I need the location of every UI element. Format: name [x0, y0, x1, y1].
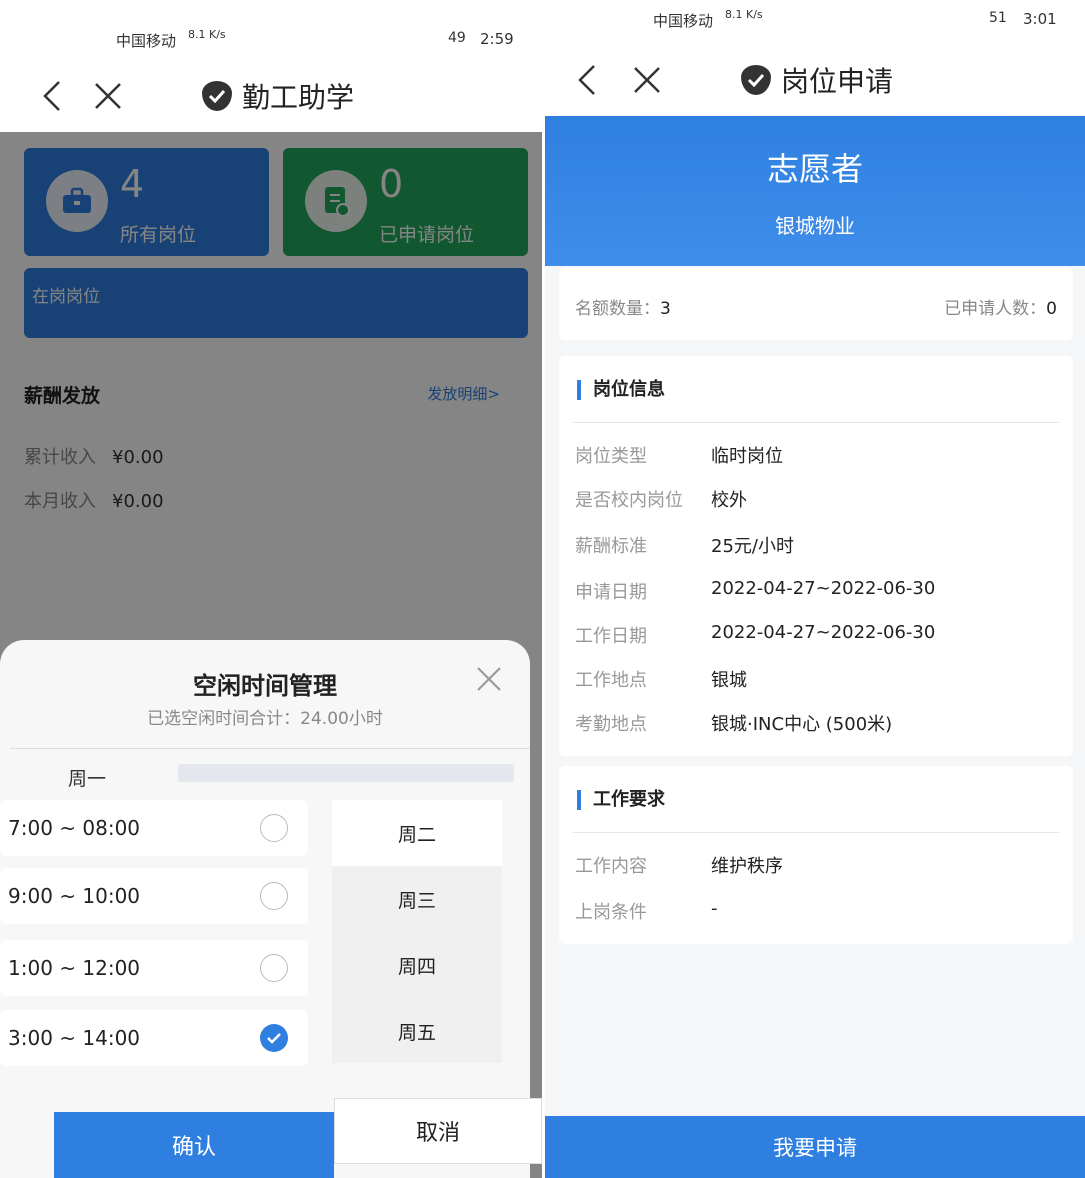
weekday-item-tue[interactable]: 周二 [332, 800, 502, 866]
time-slot[interactable]: 7:00 ~ 08:00 [0, 800, 308, 856]
radio-unchecked-icon[interactable] [260, 814, 288, 842]
close-button[interactable] [86, 74, 130, 118]
battery-level: 51 [989, 10, 1007, 26]
network-speed: 8.1 K/s [188, 28, 226, 41]
time-slot[interactable]: 9:00 ~ 10:00 [0, 868, 308, 924]
carrier-label: 中国移动 [116, 32, 177, 50]
weekday-item-thu[interactable]: 周四 [332, 932, 502, 998]
left-screen: 中国移动 8.1 K/s 49 2:59 勤工助学 4 所有岗位 0 已申请岗位 [0, 0, 542, 1178]
close-icon [634, 67, 660, 93]
job-header: 志愿者 银城物业 [545, 116, 1085, 266]
time-slot-label: 3:00 ~ 14:00 [8, 1026, 141, 1050]
cancel-button[interactable]: 取消 [334, 1098, 542, 1164]
clock: 3:01 [1023, 10, 1057, 28]
battery-level: 49 [448, 30, 466, 46]
divider [573, 832, 1059, 833]
page-title: 岗位申请 [741, 60, 893, 100]
close-icon [95, 83, 121, 109]
back-icon [43, 81, 60, 111]
section-title: 工作要求 [577, 790, 665, 810]
info-row: 工作地点 银城 [575, 670, 747, 691]
requirement-row: 工作内容 维护秩序 [575, 856, 783, 877]
quota-count: 名额数量：3 [575, 299, 671, 319]
job-org: 银城物业 [775, 214, 855, 238]
time-slot[interactable]: 3:00 ~ 14:00 [0, 1010, 308, 1066]
info-row: 申请日期 2022-04-27~2022-06-30 [575, 578, 936, 603]
quota-panel: 名额数量：3 已申请人数：0 [559, 268, 1073, 340]
divider [10, 748, 530, 749]
shield-check-icon [202, 81, 232, 111]
back-icon [578, 65, 595, 95]
requirement-row: 上岗条件 - [575, 898, 718, 923]
status-bar: 中国移动 8.1 K/s 51 3:01 [545, 0, 1085, 44]
sheet-title: 空闲时间管理 [193, 672, 337, 700]
info-row: 是否校内岗位 校外 [575, 490, 747, 511]
radio-unchecked-icon[interactable] [260, 882, 288, 910]
radio-checked-icon[interactable] [260, 1024, 288, 1052]
weekday-list: 周二 周三 周四 周五 [332, 800, 502, 1063]
page-title: 勤工助学 [202, 76, 354, 116]
work-requirement-section: 工作要求 工作内容 维护秩序 上岗条件 - [559, 766, 1073, 944]
shield-check-icon [741, 65, 771, 95]
job-name: 志愿者 [766, 150, 863, 188]
scroll-strip [178, 764, 514, 782]
time-slot-label: 1:00 ~ 12:00 [8, 956, 141, 980]
info-row: 工作日期 2022-04-27~2022-06-30 [575, 622, 936, 647]
confirm-button[interactable]: 确认 [54, 1112, 334, 1178]
network-speed: 8.1 K/s [725, 8, 763, 21]
weekday-item-wed[interactable]: 周三 [332, 866, 502, 932]
time-slot-label: 7:00 ~ 08:00 [8, 816, 141, 840]
carrier-label: 中国移动 [653, 12, 714, 30]
close-button[interactable] [625, 58, 669, 102]
nav-bar: 岗位申请 [545, 44, 1085, 116]
weekday-item-fri[interactable]: 周五 [332, 998, 502, 1064]
radio-unchecked-icon[interactable] [260, 954, 288, 982]
back-button[interactable] [30, 74, 74, 118]
clock: 2:59 [480, 30, 514, 48]
section-title: 岗位信息 [577, 380, 665, 400]
post-info-section: 岗位信息 岗位类型 临时岗位 是否校内岗位 校外 薪酬标准 25元/小时 申请日期 20… [559, 356, 1073, 756]
time-slot-label: 9:00 ~ 10:00 [8, 884, 141, 908]
info-row: 考勤地点 银城·INC中心 (500米) [575, 714, 893, 735]
status-bar: 中国移动 8.1 K/s 49 2:59 [0, 0, 542, 60]
applied-count: 已申请人数：0 [944, 299, 1057, 319]
current-day-tab[interactable]: 周一 [10, 752, 164, 802]
divider [573, 422, 1059, 423]
apply-button[interactable]: 我要申请 [545, 1116, 1085, 1178]
info-row: 岗位类型 临时岗位 [575, 446, 783, 467]
info-row: 薪酬标准 25元/小时 [575, 536, 794, 557]
nav-bar: 勤工助学 [0, 60, 542, 132]
back-button[interactable] [565, 58, 609, 102]
sheet-subtitle: 已选空闲时间合计：24.00小时 [147, 709, 383, 729]
right-screen: 中国移动 8.1 K/s 51 3:01 岗位申请 志愿者 银城物业 名额数量：… [545, 0, 1085, 1178]
time-slot[interactable]: 1:00 ~ 12:00 [0, 940, 308, 996]
close-icon[interactable] [474, 664, 504, 694]
